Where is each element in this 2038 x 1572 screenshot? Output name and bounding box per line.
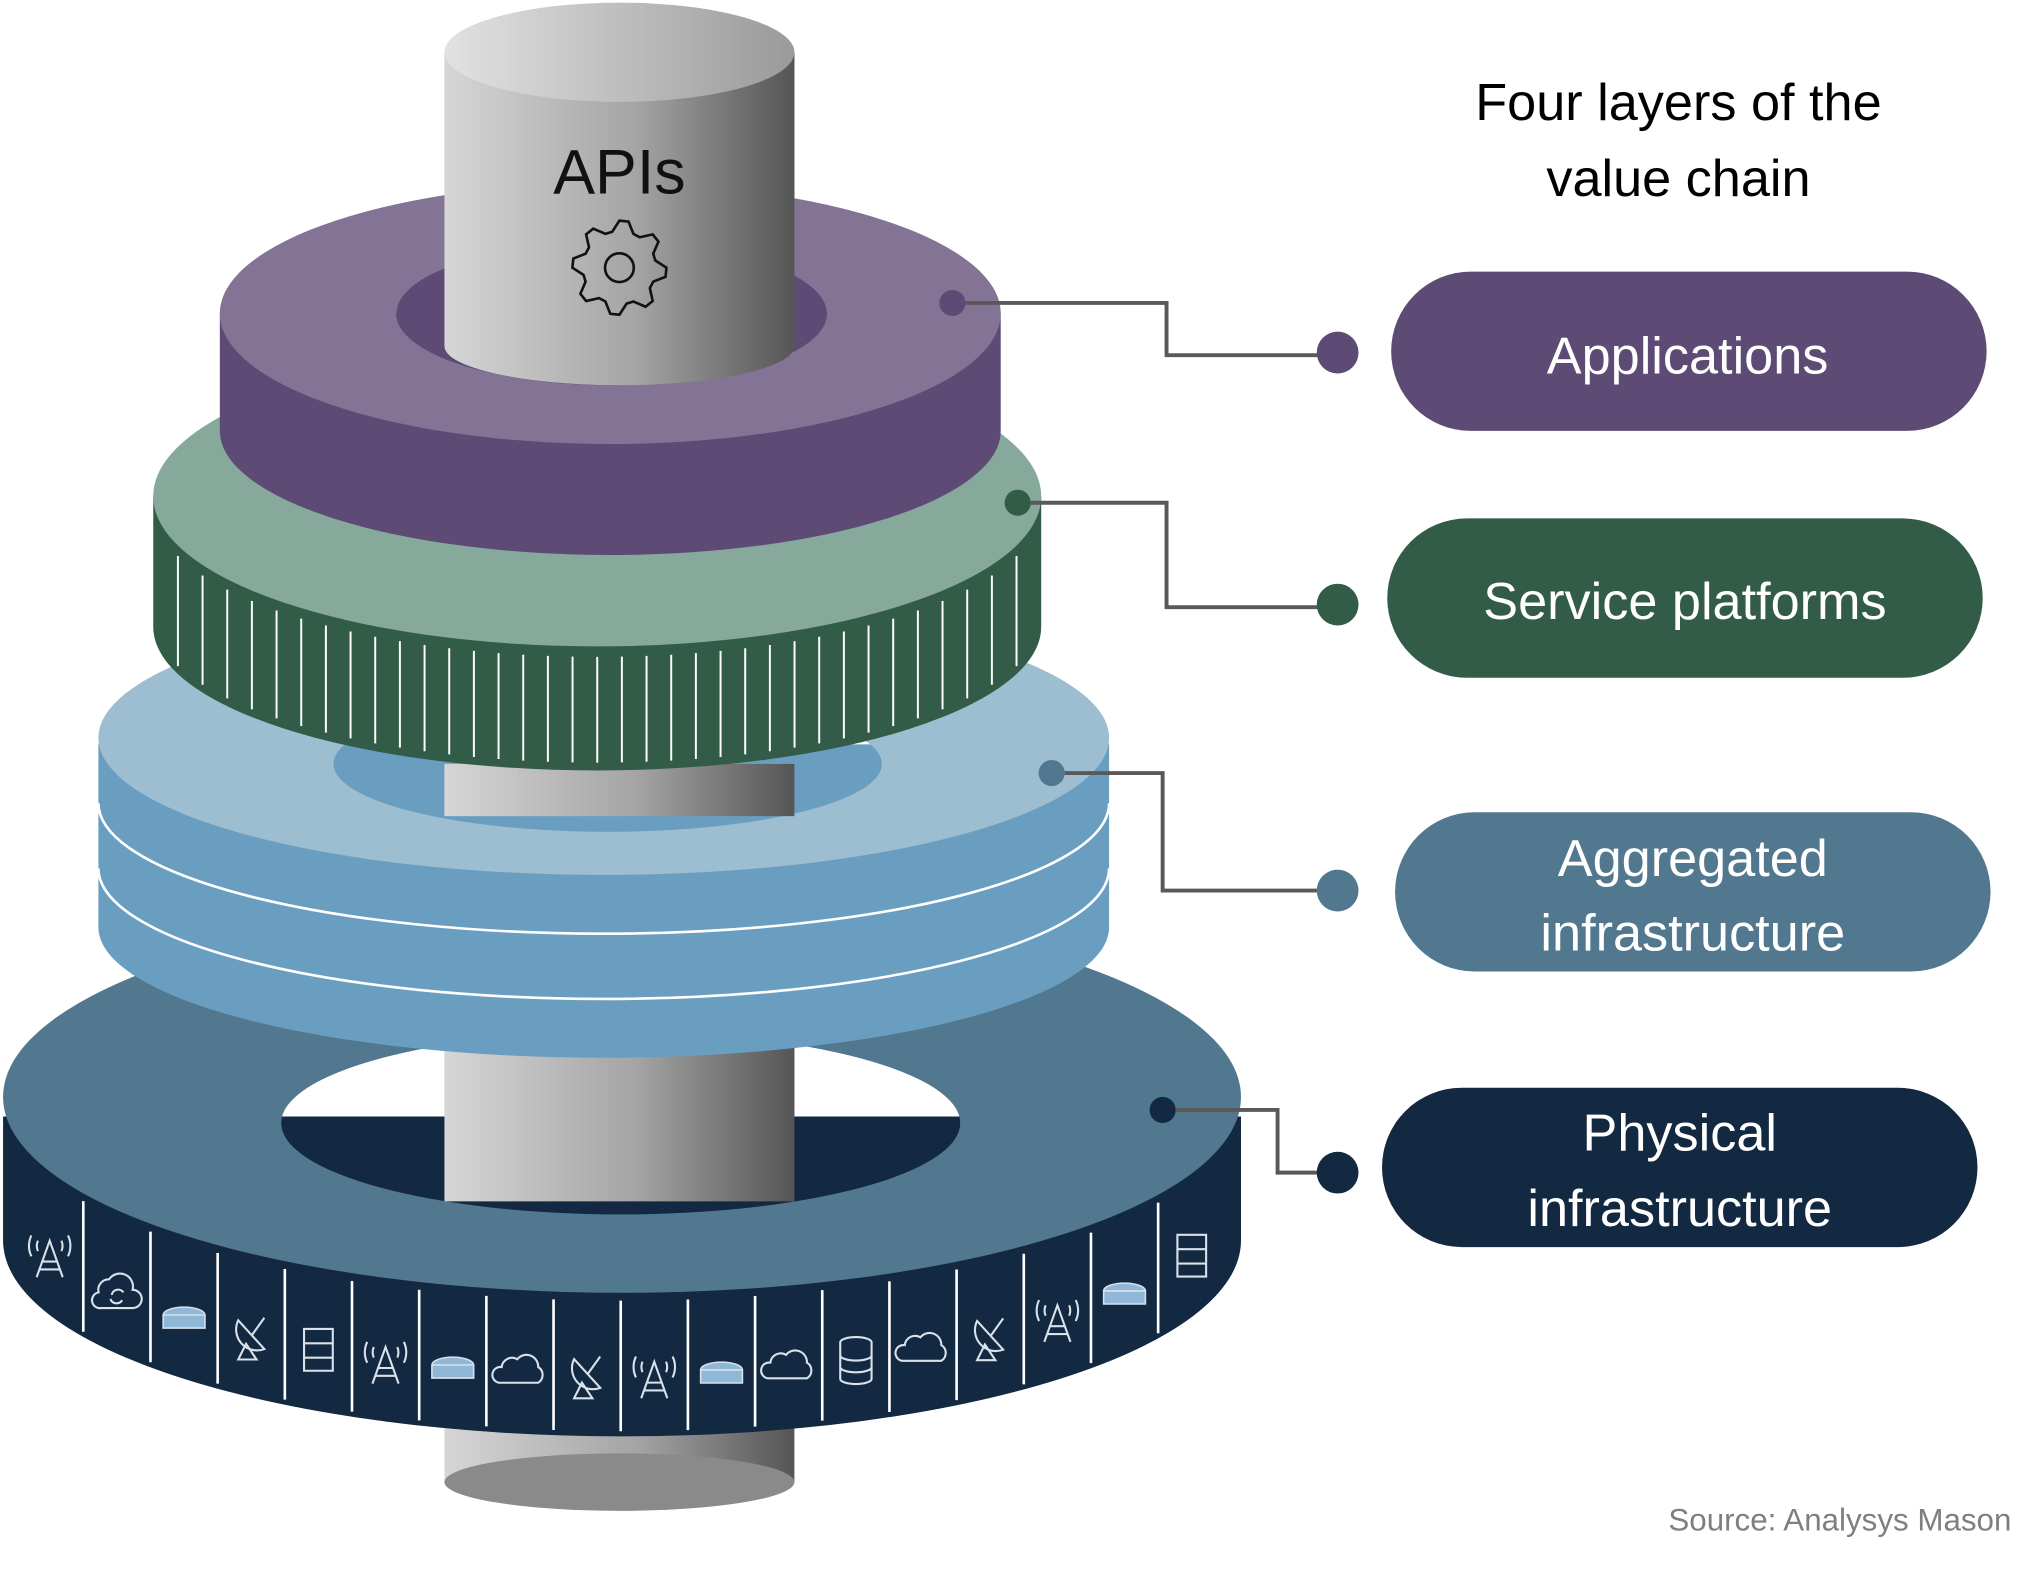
diagram-title-line1: Four layers of the <box>1475 74 1881 132</box>
pill-service-platforms-label: Service platforms <box>1483 573 1886 631</box>
source-note: Source: Analysys Mason <box>1668 1502 2011 1537</box>
api-label: APIs <box>553 137 685 207</box>
pill-aggregated-label-line1: Aggregated <box>1558 830 1828 888</box>
api-cylinder-mid <box>444 1044 795 1202</box>
connector-service-platforms <box>1004 489 1359 626</box>
pill-aggregated-label-line2: infrastructure <box>1540 905 1845 963</box>
router-icon <box>1102 1282 1147 1305</box>
pill-applications[interactable]: Applications <box>1391 271 1987 431</box>
router-icon <box>699 1361 744 1384</box>
layer-labels: Applications Service platforms Aggregate… <box>1382 271 1991 1248</box>
api-cylinder-gap <box>444 763 795 817</box>
router-icon <box>162 1306 206 1329</box>
pill-physical-label-line2: infrastructure <box>1527 1180 1832 1238</box>
pill-applications-label: Applications <box>1547 327 1829 385</box>
value-chain-diagram: APIs Four layers of the value chain Appl… <box>0 0 2038 1567</box>
pill-aggregated-infrastructure[interactable]: Aggregated infrastructure <box>1395 812 1991 972</box>
pill-service-platforms[interactable]: Service platforms <box>1387 518 1983 678</box>
connector-applications <box>939 289 1359 374</box>
pill-physical-label-line1: Physical <box>1583 1104 1777 1162</box>
router-icon <box>431 1356 475 1379</box>
diagram-canvas: APIs Four layers of the value chain Appl… <box>3 2 2011 1537</box>
diagram-title-line2: value chain <box>1546 150 1810 208</box>
api-cylinder-top: APIs <box>444 2 795 386</box>
pill-physical-infrastructure[interactable]: Physical infrastructure <box>1382 1087 1978 1248</box>
